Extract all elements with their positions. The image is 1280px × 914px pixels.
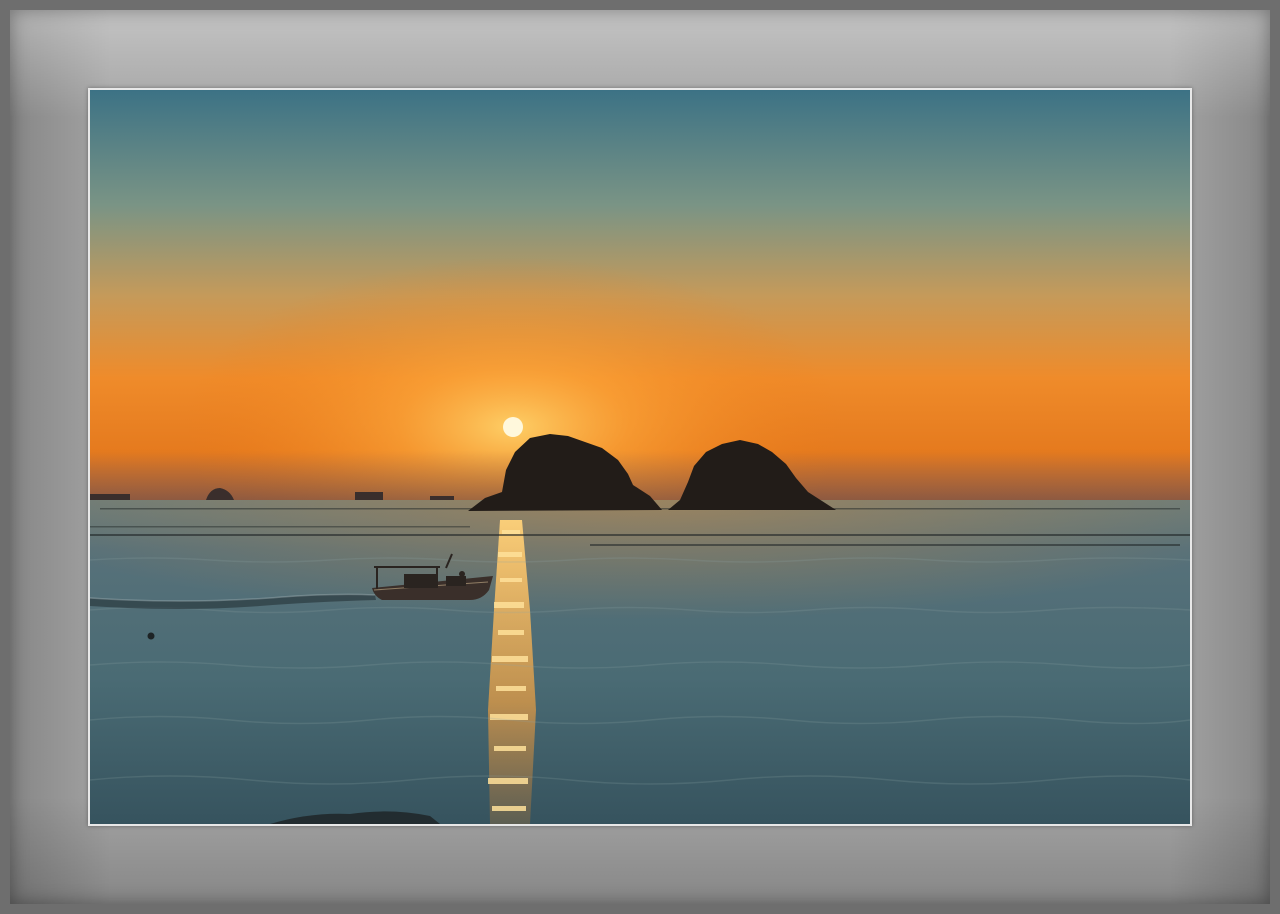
sunset-photo xyxy=(88,88,1192,826)
sun xyxy=(503,417,523,437)
photo-canvas xyxy=(90,90,1190,824)
picture-frame xyxy=(0,0,1280,914)
buoy xyxy=(147,632,155,640)
